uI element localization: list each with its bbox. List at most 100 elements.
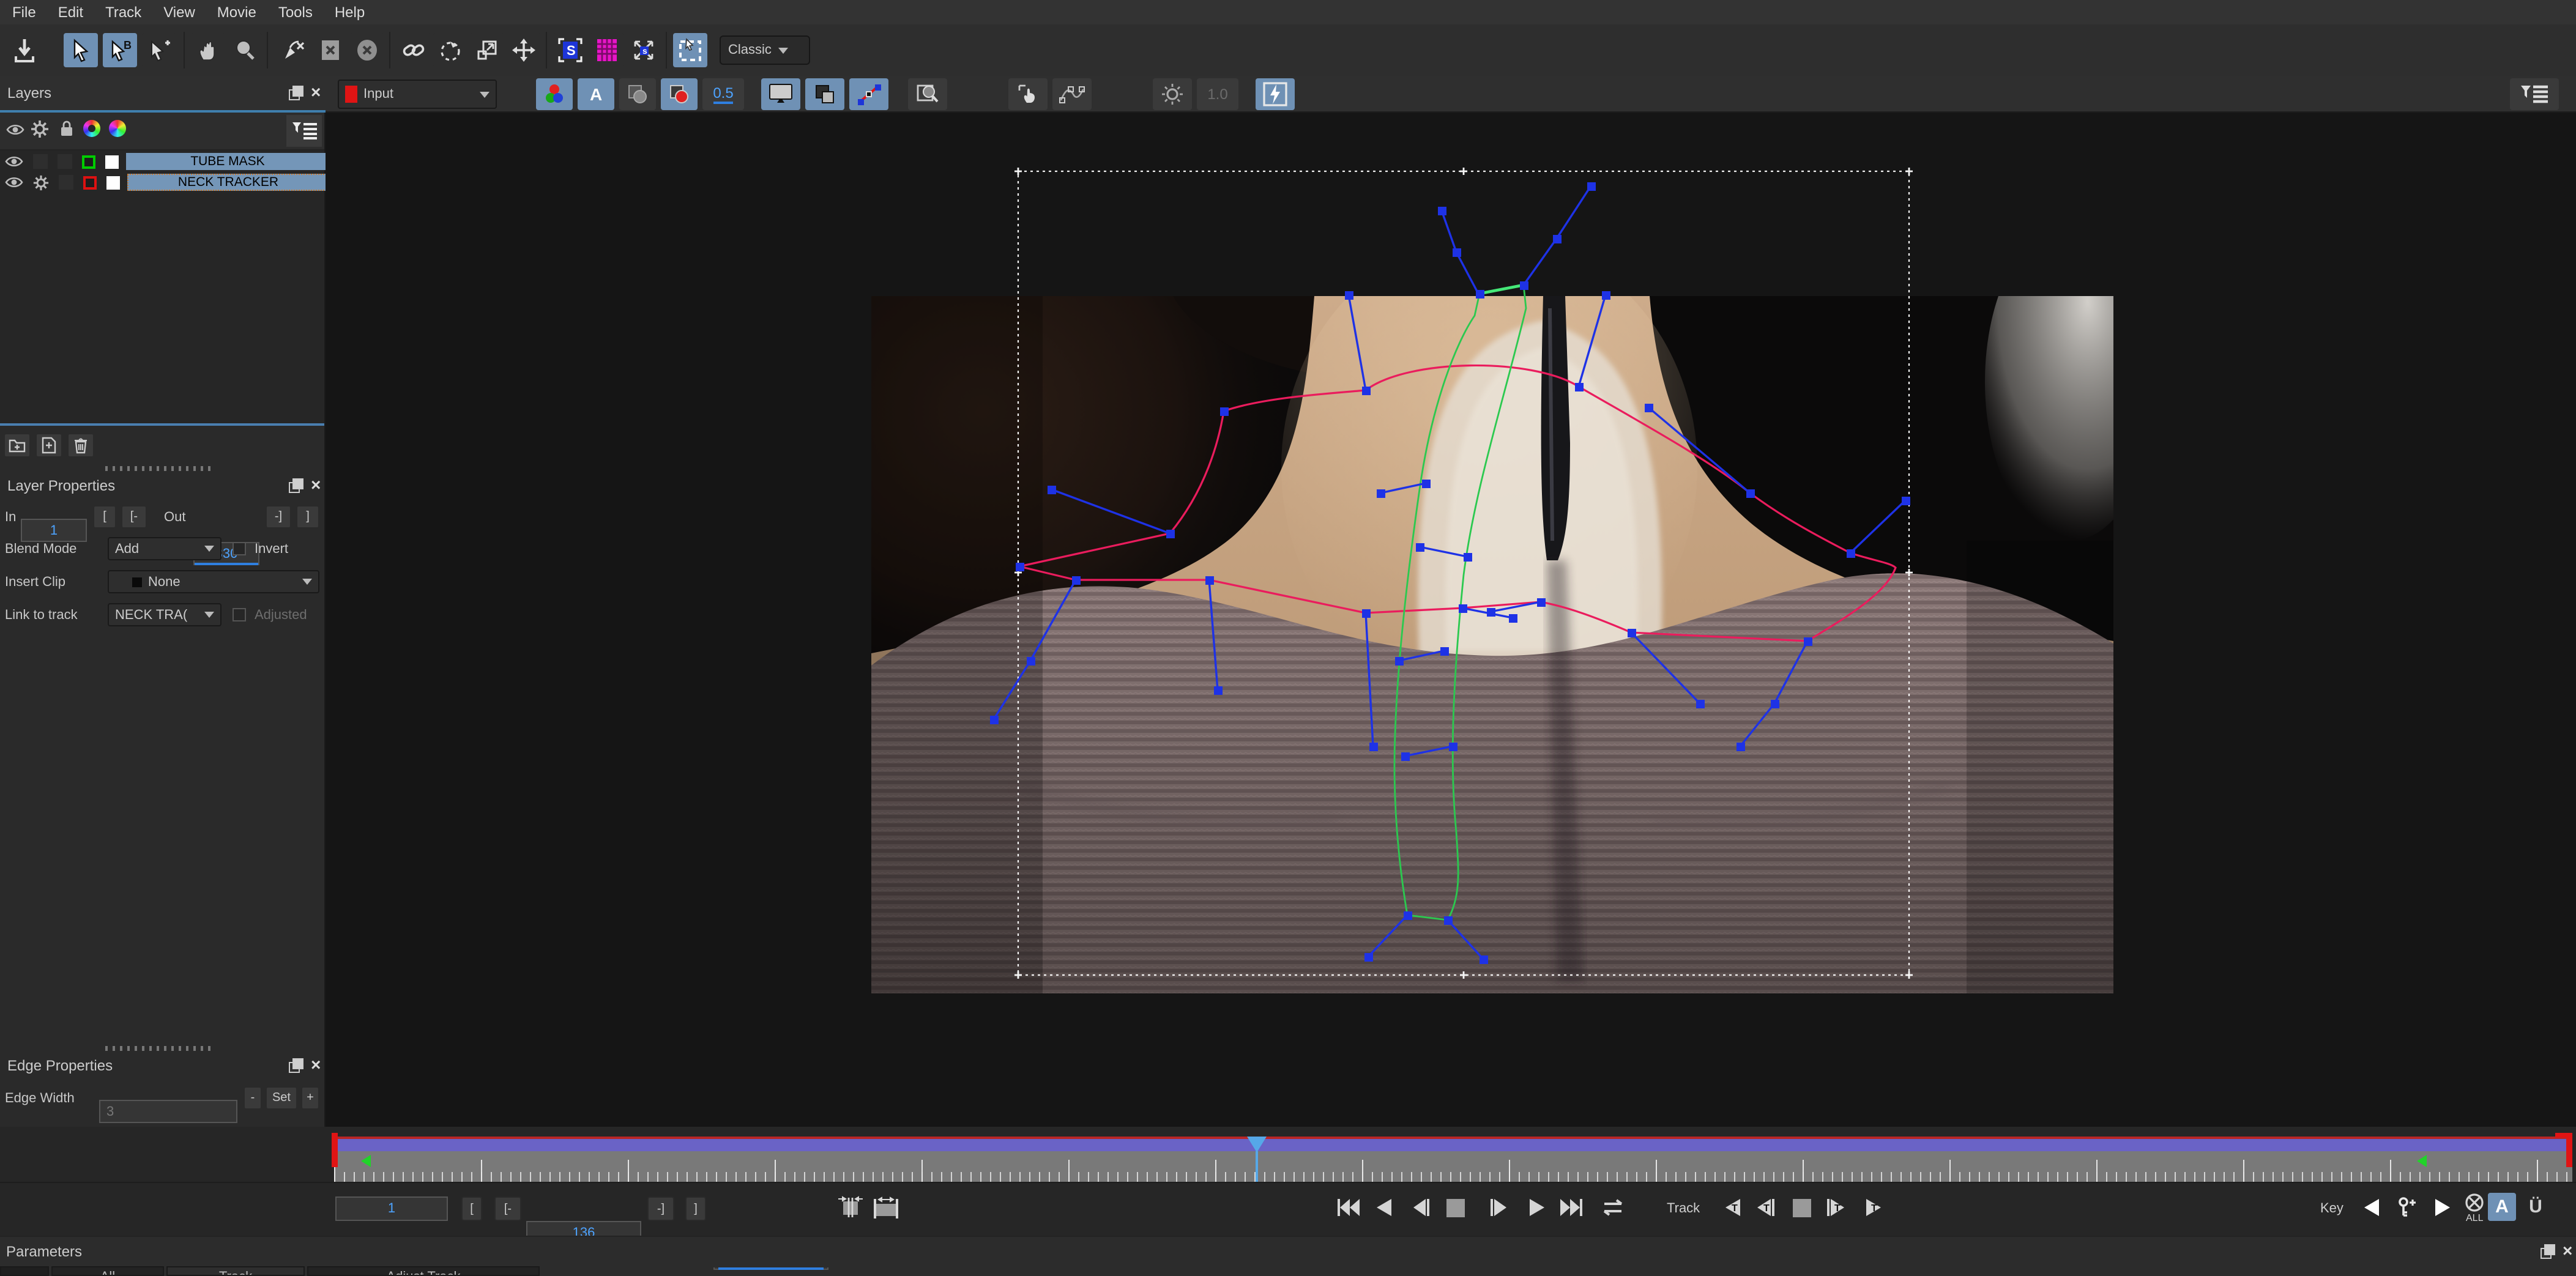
trim-out-button[interactable]: -] [266,505,291,529]
delete-layer-button[interactable] [67,433,94,458]
previous-keyframe-button[interactable] [2356,1193,2385,1222]
step-backward-button[interactable] [1406,1193,1435,1222]
goto-out-button[interactable]: -] [647,1196,674,1221]
new-group-button[interactable] [4,433,31,458]
blend-mode-dropdown[interactable]: Add [108,537,221,560]
clip-dropdown[interactable]: Input [338,80,497,109]
uberkey-button[interactable]: Ü [2522,1193,2549,1221]
track-backward-frame-button[interactable]: T [1749,1193,1778,1222]
overlay-opacity-field[interactable]: 0.5 [702,78,744,110]
menu-help[interactable]: Help [335,4,365,21]
step-forward-button[interactable] [1484,1193,1514,1222]
view-preset-dropdown[interactable]: Classic [720,35,810,65]
go-to-start-button[interactable] [1333,1193,1362,1222]
float-panel-icon[interactable] [289,86,302,99]
layer-row-tube-mask[interactable]: TUBE MASK [0,152,329,171]
select-tool[interactable] [64,33,98,67]
keyframe-marker[interactable] [361,1155,371,1167]
keyframe-marker[interactable] [2417,1155,2427,1167]
go-to-end-button[interactable] [1558,1193,1587,1222]
brightness-button[interactable] [1153,78,1192,110]
show-curves-button[interactable] [1052,78,1092,110]
float-panel-icon[interactable] [289,1058,302,1072]
menu-edit[interactable]: Edit [58,4,83,21]
parameters-tab-adjust-track[interactable]: Adjust Track [307,1266,540,1276]
invert-checkbox[interactable] [233,542,246,555]
rgb-channels-button[interactable] [536,78,573,110]
menu-movie[interactable]: Movie [217,4,256,21]
edge-width-minus-button[interactable]: - [244,1086,262,1110]
export-button[interactable] [7,33,42,67]
pan-tool[interactable] [191,33,225,67]
lock-cell-empty[interactable] [58,154,72,169]
lens-module-button[interactable] [590,33,624,67]
eye-icon[interactable] [5,154,23,169]
playhead-line[interactable] [1256,1151,1258,1182]
layer-matte-swatch[interactable] [106,176,120,189]
play-backward-button[interactable] [1369,1193,1399,1222]
parameters-tab-track[interactable]: Track [166,1266,305,1276]
set-in-button[interactable]: [ [93,505,116,529]
layer-matte-swatch[interactable] [105,155,119,168]
transform-tool[interactable] [470,33,504,67]
next-keyframe-button[interactable] [2428,1193,2457,1222]
zoom-window-button[interactable] [908,78,947,110]
menu-tools[interactable]: Tools [278,4,313,21]
delete-all-keys-button[interactable]: ALL [2460,1193,2489,1222]
in-frame-field[interactable]: 1 [335,1196,448,1221]
show-splines-button[interactable] [849,78,888,110]
link-to-track-dropdown[interactable]: NECK TRA( [108,603,221,626]
render-preview-button[interactable] [1256,78,1295,110]
show-frame-button[interactable] [761,78,800,110]
adjusted-checkbox[interactable] [233,608,246,621]
delete-point-tool[interactable] [277,33,311,67]
panel-drag-dots[interactable] [105,466,210,471]
close-panel-icon[interactable]: × [311,1058,321,1072]
stop-button[interactable] [1440,1193,1470,1222]
rect-mask-tool[interactable] [313,33,348,67]
track-forward-frame-button[interactable]: T [1822,1193,1852,1222]
add-keyframe-button[interactable] [2391,1193,2421,1222]
show-layers-button[interactable] [805,78,844,110]
in-field[interactable]: 1 [21,519,87,542]
track-stop-button[interactable] [1787,1193,1816,1222]
lock-cell-empty[interactable] [59,175,73,190]
menu-view[interactable]: View [163,4,195,21]
set-out-button[interactable]: ] [685,1196,706,1221]
autokey-button[interactable]: A [2488,1193,2516,1221]
link-tool[interactable] [396,33,431,67]
float-panel-icon[interactable] [289,478,302,492]
alpha-channel-button[interactable]: A [578,78,614,110]
loop-playback-button[interactable] [1598,1193,1628,1222]
remove-module-button[interactable]: s [627,33,661,67]
close-panel-icon[interactable]: × [2563,1244,2572,1258]
marquee-select-tool[interactable] [673,33,707,67]
track-backward-button[interactable]: T [1716,1193,1745,1222]
goto-in-button[interactable]: [- [494,1196,521,1221]
layer-row-neck-tracker[interactable]: NECK TRACKER [0,172,329,192]
set-out-button[interactable]: ] [296,505,319,529]
add-point-tool[interactable] [142,33,176,67]
zoom-timeline-button[interactable] [871,1193,901,1222]
menu-file[interactable]: File [12,4,36,21]
lasso-tool[interactable] [433,33,467,67]
stabilize-module-button[interactable]: S [553,33,587,67]
panel-resize-handle[interactable] [0,423,324,426]
timeline-in-marker[interactable] [332,1133,338,1167]
mask-overlay-button[interactable] [661,78,698,110]
close-panel-icon[interactable]: × [311,478,321,492]
play-forward-button[interactable] [1522,1193,1552,1222]
layer-name-label[interactable]: NECK TRACKER [127,174,329,191]
edge-width-field[interactable]: 3 [99,1100,237,1123]
layer-name-label[interactable]: TUBE MASK [126,153,329,170]
menu-track[interactable]: Track [105,4,141,21]
move-tool[interactable] [507,33,541,67]
float-panel-icon[interactable] [2541,1244,2554,1258]
zoom-to-inout-button[interactable] [836,1193,865,1222]
ellipse-mask-tool[interactable] [350,33,384,67]
new-layer-button[interactable] [35,433,62,458]
panel-drag-dots[interactable] [105,1046,210,1051]
timeline-out-marker[interactable] [2566,1133,2572,1167]
playhead[interactable] [1247,1137,1267,1152]
scrub-button[interactable] [1008,78,1048,110]
